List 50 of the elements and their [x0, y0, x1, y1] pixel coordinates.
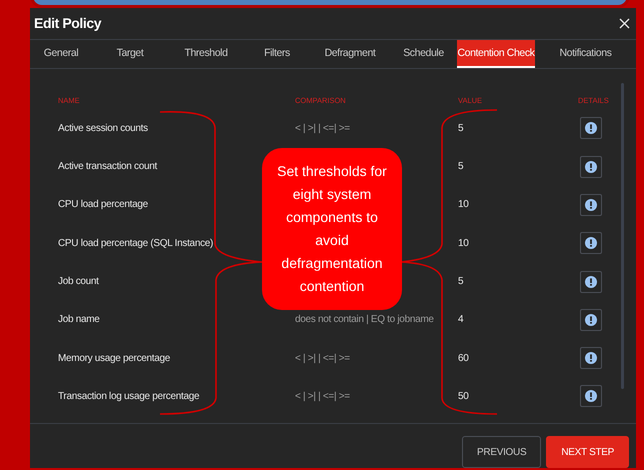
details-button[interactable]	[580, 270, 602, 293]
table-cell-text: 50	[458, 390, 469, 404]
tab[interactable]: Contention Check	[457, 40, 535, 68]
table-cell-text: CPU load percentage (SQL Instance)	[58, 236, 214, 251]
table-cell-text: 10	[458, 198, 469, 212]
table-cell-text: Memory usage percentage	[58, 352, 170, 366]
tab[interactable]: Schedule	[390, 40, 457, 68]
close-icon[interactable]	[619, 18, 630, 29]
table-cell-text: < | >| | <=| >=	[295, 390, 350, 404]
previous-button[interactable]: PREVIOUS	[462, 436, 542, 468]
alert-icon	[585, 276, 597, 288]
table-cell-text: 4	[458, 313, 464, 328]
details-button[interactable]	[580, 385, 602, 408]
details-button[interactable]	[580, 156, 602, 178]
details-button[interactable]	[580, 117, 602, 140]
tab[interactable]: Target	[92, 40, 168, 68]
alert-icon	[585, 122, 597, 134]
table-cell-text: CPU load percentage	[58, 198, 148, 212]
details-button[interactable]	[580, 194, 602, 216]
tab[interactable]: Threshold	[168, 40, 244, 68]
tab[interactable]: General	[30, 40, 92, 68]
details-button[interactable]	[580, 308, 602, 331]
tab[interactable]: Notifications	[535, 40, 636, 68]
table-cell-text: Active transaction count	[58, 160, 157, 174]
table-cell-text: Job name	[58, 313, 100, 328]
table-cell-text: 10	[458, 236, 469, 251]
alert-icon	[585, 390, 597, 402]
table-cell-text: Job count	[58, 275, 99, 290]
next-button[interactable]: NEXT STEP	[546, 436, 629, 468]
table-cell-text: 5	[458, 275, 464, 290]
callout-note: Set thresholds for eight system components to avoid defragmentation contention	[262, 148, 402, 310]
tab[interactable]: Defragment	[310, 40, 390, 68]
table-cell-text: 5	[458, 122, 464, 136]
table-cell-text: 60	[458, 352, 469, 366]
details-button[interactable]	[580, 347, 602, 370]
scrollbar[interactable]	[621, 83, 624, 390]
alert-icon	[585, 160, 597, 173]
table-cell-text: < | >| | <=| >=	[295, 122, 350, 136]
table-cell-text: 5	[458, 160, 464, 174]
table-cell-text: < | >| | <=| >=	[295, 352, 350, 366]
alert-icon	[585, 198, 597, 211]
table-cell-text: Transaction log usage percentage	[58, 390, 200, 404]
tab[interactable]: Filters	[244, 40, 310, 68]
dialog-title: Edit Policy	[34, 15, 102, 32]
table-cell-text: Active session counts	[58, 122, 148, 136]
alert-icon	[585, 352, 597, 364]
details-button[interactable]	[580, 232, 602, 254]
alert-icon	[585, 314, 597, 326]
table-cell-text: does not contain | EQ to jobname	[295, 313, 434, 328]
alert-icon	[585, 237, 597, 250]
